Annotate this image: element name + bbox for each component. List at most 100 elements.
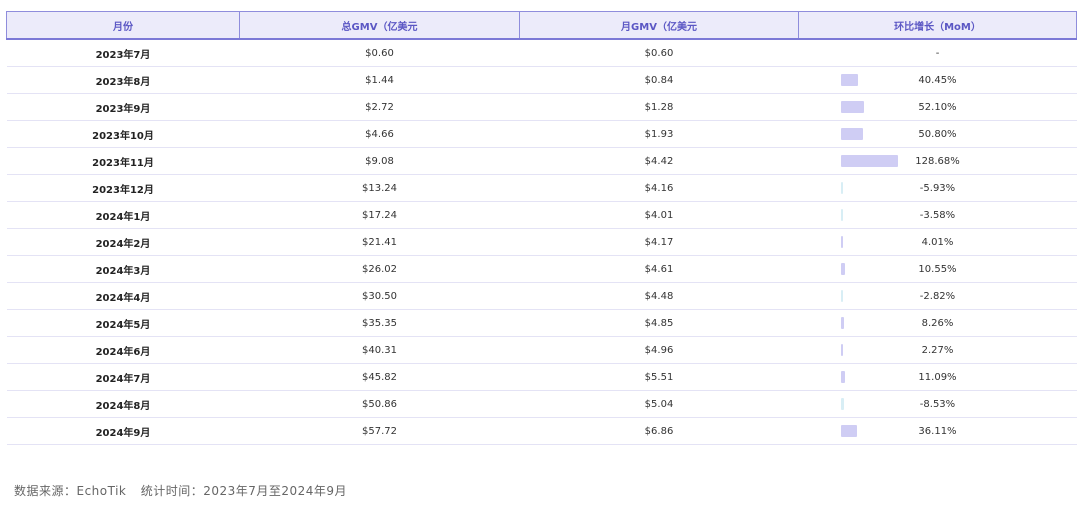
cell-monthly-gmv: $0.60 xyxy=(519,39,799,67)
cell-monthly-gmv: $4.17 xyxy=(519,228,799,256)
cell-total-gmv: $0.60 xyxy=(239,39,520,67)
mom-bar xyxy=(840,155,898,167)
mom-label: 11.09% xyxy=(918,371,957,383)
table-row: 2024年1月 $17.24 $4.01 -3.58% xyxy=(6,201,1077,229)
mom-label: 40.45% xyxy=(918,74,957,86)
mom-bar xyxy=(840,128,863,140)
table-header-row: 月份 总GMV（亿美元 月GMV（亿美元 环比增长（MoM） xyxy=(6,11,1077,40)
cell-total-gmv: $30.50 xyxy=(239,282,520,310)
mom-bar xyxy=(840,425,857,437)
cell-monthly-gmv: $4.42 xyxy=(519,147,799,175)
cell-mom: 50.80% xyxy=(798,120,1077,148)
cell-monthly-gmv: $5.04 xyxy=(519,390,799,418)
cell-monthly-gmv: $4.96 xyxy=(519,336,799,364)
mom-bar xyxy=(840,209,843,221)
cell-monthly-gmv: $4.16 xyxy=(519,174,799,202)
gmv-table: 月份 总GMV（亿美元 月GMV（亿美元 环比增长（MoM） 2023年7月 $0… xyxy=(6,11,1077,445)
cell-month: 2023年10月 xyxy=(6,120,240,148)
table-row: 2024年3月 $26.02 $4.61 10.55% xyxy=(6,255,1077,283)
cell-monthly-gmv: $4.85 xyxy=(519,309,799,337)
cell-month: 2024年6月 xyxy=(6,336,240,364)
cell-total-gmv: $2.72 xyxy=(239,93,520,121)
cell-monthly-gmv: $1.28 xyxy=(519,93,799,121)
cell-total-gmv: $26.02 xyxy=(239,255,520,283)
mom-label: -3.58% xyxy=(919,209,956,221)
cell-monthly-gmv: $6.86 xyxy=(519,417,799,445)
cell-mom: 40.45% xyxy=(798,66,1077,94)
cell-month: 2024年9月 xyxy=(6,417,240,445)
cell-mom: 11.09% xyxy=(798,363,1077,391)
cell-mom: -5.93% xyxy=(798,174,1077,202)
cell-monthly-gmv: $4.61 xyxy=(519,255,799,283)
cell-month: 2023年7月 xyxy=(6,39,240,67)
mom-label: 52.10% xyxy=(918,101,957,113)
cell-mom: - xyxy=(798,39,1077,67)
table-row: 2023年12月 $13.24 $4.16 -5.93% xyxy=(6,174,1077,202)
mom-bar xyxy=(840,290,843,302)
cell-month: 2024年5月 xyxy=(6,309,240,337)
cell-monthly-gmv: $4.01 xyxy=(519,201,799,229)
cell-mom: 36.11% xyxy=(798,417,1077,445)
column-header-monthly-gmv: 月GMV（亿美元 xyxy=(519,11,799,40)
cell-mom: -3.58% xyxy=(798,201,1077,229)
cell-total-gmv: $57.72 xyxy=(239,417,520,445)
column-header-total-gmv: 总GMV（亿美元 xyxy=(239,11,520,40)
footer-note: 数据来源：EchoTik 统计时间：2023年7月至2024年9月 xyxy=(14,482,347,499)
mom-label: -5.93% xyxy=(919,182,956,194)
mom-bar xyxy=(840,344,843,356)
column-header-month: 月份 xyxy=(6,11,240,40)
cell-mom: 52.10% xyxy=(798,93,1077,121)
cell-mom: 10.55% xyxy=(798,255,1077,283)
mom-bar xyxy=(840,74,859,86)
cell-total-gmv: $9.08 xyxy=(239,147,520,175)
footer-period: 统计时间：2023年7月至2024年9月 xyxy=(140,484,348,498)
cell-month: 2023年9月 xyxy=(6,93,240,121)
table-row: 2024年5月 $35.35 $4.85 8.26% xyxy=(6,309,1077,337)
table-body: 2023年7月 $0.60 $0.60-2023年8月 $1.44 $0.84 40.45… xyxy=(6,39,1077,445)
cell-total-gmv: $21.41 xyxy=(239,228,520,256)
cell-mom: 2.27% xyxy=(798,336,1077,364)
table-row: 2023年8月 $1.44 $0.84 40.45% xyxy=(6,66,1077,94)
cell-month: 2024年3月 xyxy=(6,255,240,283)
cell-mom: -8.53% xyxy=(798,390,1077,418)
cell-month: 2024年7月 xyxy=(6,363,240,391)
mom-label: 36.11% xyxy=(918,425,957,437)
cell-total-gmv: $40.31 xyxy=(239,336,520,364)
cell-month: 2024年1月 xyxy=(6,201,240,229)
mom-bar xyxy=(840,317,845,329)
mom-bar xyxy=(840,101,864,113)
cell-month: 2024年2月 xyxy=(6,228,240,256)
mom-bar xyxy=(840,236,843,248)
cell-total-gmv: $17.24 xyxy=(239,201,520,229)
mom-label: 4.01% xyxy=(921,236,954,248)
mom-bar xyxy=(840,182,844,194)
table-row: 2024年6月 $40.31 $4.96 2.27% xyxy=(6,336,1077,364)
cell-month: 2023年12月 xyxy=(6,174,240,202)
cell-monthly-gmv: $0.84 xyxy=(519,66,799,94)
cell-month: 2024年4月 xyxy=(6,282,240,310)
mom-label: - xyxy=(935,47,940,59)
table-row: 2024年4月 $30.50 $4.48 -2.82% xyxy=(6,282,1077,310)
cell-month: 2023年8月 xyxy=(6,66,240,94)
cell-mom: 8.26% xyxy=(798,309,1077,337)
mom-bar xyxy=(840,398,845,410)
cell-total-gmv: $50.86 xyxy=(239,390,520,418)
cell-total-gmv: $13.24 xyxy=(239,174,520,202)
cell-monthly-gmv: $4.48 xyxy=(519,282,799,310)
cell-total-gmv: $1.44 xyxy=(239,66,520,94)
cell-mom: -2.82% xyxy=(798,282,1077,310)
mom-label: 128.68% xyxy=(915,155,960,167)
cell-monthly-gmv: $1.93 xyxy=(519,120,799,148)
table-row: 2024年9月 $57.72 $6.86 36.11% xyxy=(6,417,1077,445)
cell-month: 2023年11月 xyxy=(6,147,240,175)
mom-label: 50.80% xyxy=(918,128,957,140)
table-row: 2023年9月 $2.72 $1.28 52.10% xyxy=(6,93,1077,121)
table-row: 2023年10月 $4.66 $1.93 50.80% xyxy=(6,120,1077,148)
mom-label: -2.82% xyxy=(919,290,956,302)
footer-source: 数据来源：EchoTik xyxy=(14,484,127,498)
column-header-mom: 环比增长（MoM） xyxy=(798,11,1077,40)
mom-label: 8.26% xyxy=(921,317,954,329)
mom-label: 2.27% xyxy=(921,344,954,356)
cell-total-gmv: $45.82 xyxy=(239,363,520,391)
mom-bar xyxy=(840,371,846,383)
